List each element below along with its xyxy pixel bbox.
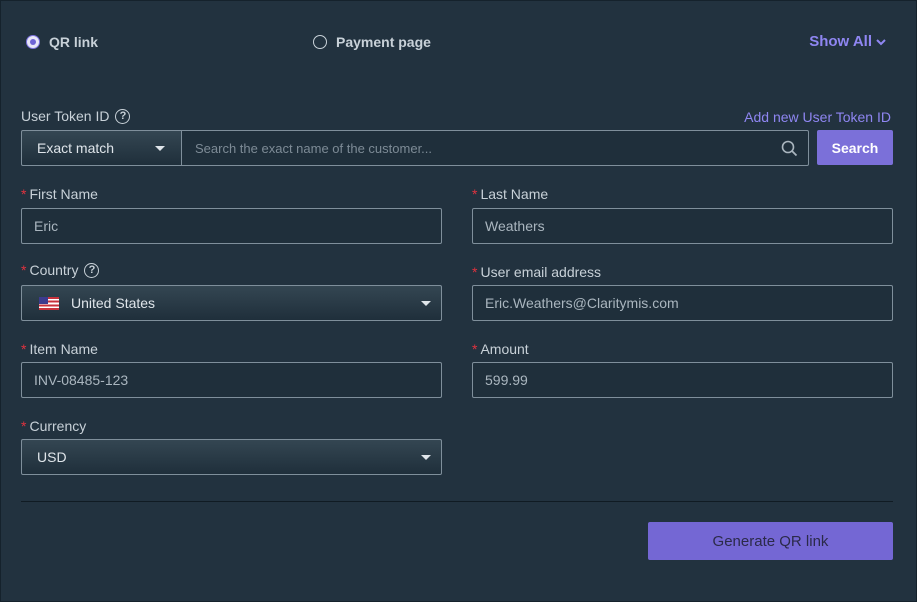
last-name-label: Last Name	[480, 186, 549, 202]
first-name-label-row: * First Name	[21, 186, 98, 202]
email-label-row: * User email address	[472, 264, 601, 280]
required-marker: *	[21, 262, 27, 278]
required-marker: *	[21, 186, 27, 202]
chevron-down-icon	[876, 38, 886, 45]
user-token-search-input[interactable]: Search the exact name of the customer...	[181, 130, 809, 166]
radio-qr-link-label: QR link	[49, 34, 99, 50]
first-name-field[interactable]: Eric	[21, 208, 442, 244]
country-label-row: * Country ?	[21, 262, 100, 278]
radio-unselected-icon[interactable]	[313, 35, 327, 49]
currency-label-row: * Currency	[21, 418, 86, 434]
radio-qr-link[interactable]: QR link	[26, 32, 98, 52]
show-all-link[interactable]: Show All	[809, 33, 886, 50]
first-name-label: First Name	[29, 186, 98, 202]
required-marker: *	[472, 264, 478, 280]
email-label: User email address	[480, 264, 602, 280]
amount-value: 599.99	[485, 372, 528, 388]
divider	[21, 501, 893, 502]
email-field[interactable]: Eric.Weathers@Claritymis.com	[472, 285, 893, 321]
amount-field[interactable]: 599.99	[472, 362, 893, 398]
search-button[interactable]: Search	[817, 130, 893, 165]
first-name-value: Eric	[34, 218, 59, 234]
search-placeholder: Search the exact name of the customer...	[195, 140, 433, 156]
required-marker: *	[21, 418, 27, 434]
last-name-value: Weathers	[485, 218, 545, 234]
radio-payment-page[interactable]: Payment page	[313, 32, 431, 52]
required-marker: *	[472, 341, 478, 357]
caret-down-icon	[421, 455, 431, 460]
required-marker: *	[472, 186, 478, 202]
country-select[interactable]: United States	[21, 285, 442, 321]
us-flag-icon	[39, 296, 59, 310]
help-icon[interactable]: ?	[84, 262, 100, 278]
currency-label: Currency	[29, 418, 87, 434]
amount-label-row: * Amount	[472, 341, 529, 357]
item-name-label: Item Name	[29, 341, 98, 357]
search-icon[interactable]	[781, 140, 798, 157]
last-name-field[interactable]: Weathers	[472, 208, 893, 244]
item-name-field[interactable]: INV-08485-123	[21, 362, 442, 398]
radio-payment-page-label: Payment page	[336, 34, 431, 50]
item-name-value: INV-08485-123	[34, 372, 129, 388]
add-new-user-token-link[interactable]: Add new User Token ID	[744, 109, 891, 125]
radio-selected-icon[interactable]	[26, 35, 40, 49]
currency-value: USD	[37, 449, 67, 465]
last-name-label-row: * Last Name	[472, 186, 548, 202]
generate-qr-link-button[interactable]: Generate QR link	[648, 522, 893, 560]
payment-link-panel: QR link Payment page Show All User Token…	[0, 0, 917, 602]
user-token-label-row: User Token ID ?	[21, 108, 131, 124]
show-all-label: Show All	[809, 33, 872, 50]
item-name-label-row: * Item Name	[21, 341, 98, 357]
help-icon[interactable]: ?	[115, 108, 131, 124]
required-marker: *	[21, 341, 27, 357]
match-mode-select[interactable]: Exact match	[21, 130, 182, 166]
country-value: United States	[71, 295, 156, 311]
user-token-label: User Token ID	[21, 108, 110, 124]
email-value: Eric.Weathers@Claritymis.com	[485, 295, 679, 311]
country-label: Country	[29, 262, 79, 278]
currency-select[interactable]: USD	[21, 439, 442, 475]
caret-down-icon	[155, 146, 165, 151]
amount-label: Amount	[480, 341, 529, 357]
match-mode-value: Exact match	[37, 140, 115, 156]
caret-down-icon	[421, 301, 431, 306]
